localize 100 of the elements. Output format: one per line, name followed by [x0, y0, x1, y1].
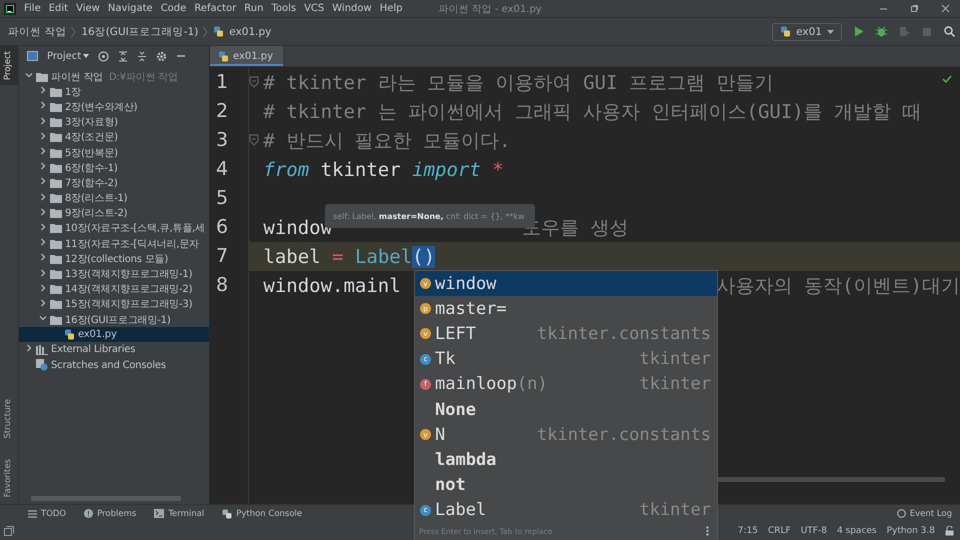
completion-item[interactable]: lambda: [415, 447, 717, 472]
breadcrumb-item[interactable]: ex01.py: [229, 26, 272, 38]
tree-item[interactable]: 16장(GUI프로그래밍-1): [65, 312, 171, 327]
menu-item[interactable]: Window: [332, 3, 372, 14]
completion-item[interactable]: not: [415, 472, 717, 498]
menu-item[interactable]: Edit: [48, 3, 68, 14]
matched-brackets: (): [412, 246, 436, 268]
collapse-all-icon[interactable]: [137, 50, 148, 62]
tree-item[interactable]: 3장(자료형): [65, 115, 118, 130]
tree-item[interactable]: 15장(객체지향프로그래밍-3): [65, 297, 192, 312]
breadcrumb-item[interactable]: 파이썬 작업: [8, 24, 66, 38]
menu-item[interactable]: View: [76, 3, 100, 14]
close-icon[interactable]: [941, 4, 950, 13]
python-icon: [222, 508, 232, 518]
tree-item[interactable]: 5장(반복문): [65, 146, 118, 160]
completion-item[interactable]: None: [415, 396, 717, 422]
folder-icon: [50, 86, 62, 97]
folder-icon: [50, 314, 62, 325]
menu-item[interactable]: Help: [380, 3, 403, 14]
run-icon[interactable]: [854, 26, 864, 37]
status-item[interactable]: Python 3.8: [886, 526, 935, 536]
tree-item[interactable]: 6장(함수-1): [65, 160, 118, 175]
bug-icon[interactable]: [876, 26, 887, 37]
status-item[interactable]: UTF-8: [800, 526, 827, 536]
tree-item[interactable]: 14장(객체지향프로그래밍-2): [65, 282, 192, 296]
menu-item[interactable]: VCS: [304, 3, 324, 14]
line-number: 2: [215, 99, 230, 124]
restore-icon[interactable]: [910, 4, 919, 13]
breadcrumb-item[interactable]: 16장(GUI프로그래밍-1): [81, 24, 198, 38]
panel-toggle-icon[interactable]: [4, 526, 14, 536]
menu-item[interactable]: Refactor: [194, 3, 236, 14]
fold-marker-icon[interactable]: [249, 76, 260, 88]
scrollbar[interactable]: [31, 496, 181, 501]
tool-window-tab[interactable]: Project: [0, 46, 18, 86]
code-operator: *: [492, 158, 504, 180]
python-file-icon: [213, 26, 224, 37]
tree-item[interactable]: 10장(자료구조-[스택,큐,튜플,세: [65, 221, 205, 236]
python-file-icon: [64, 329, 75, 340]
folder-icon: [50, 208, 62, 218]
folder-icon: [50, 254, 62, 264]
folder-icon: [50, 269, 62, 280]
status-item[interactable]: 4 spaces: [836, 526, 877, 536]
caret-icon: [83, 54, 90, 58]
more-options-icon[interactable]: [706, 526, 709, 536]
tool-window-button[interactable]: Terminal: [146, 508, 212, 518]
settings-icon[interactable]: [156, 50, 168, 62]
tree-item[interactable]: 8장(리스트-1): [65, 191, 128, 206]
folder-icon: [50, 102, 62, 112]
tree-item[interactable]: 13장(객체지향프로그래밍-1): [65, 267, 192, 282]
menu-item[interactable]: File: [24, 3, 41, 14]
list-icon: [28, 510, 37, 518]
chevron-down-icon[interactable]: [25, 71, 33, 80]
status-item[interactable]: CRLF: [768, 526, 791, 536]
python-file-icon: [780, 26, 792, 37]
tree-item[interactable]: ex01.py: [78, 329, 117, 340]
menu-item[interactable]: Navigate: [108, 3, 153, 14]
code-keyword: from: [263, 158, 310, 180]
editor-tab[interactable]: ex01.py: [210, 46, 284, 66]
app-logo-icon: [4, 2, 16, 14]
folder-icon: [50, 223, 62, 234]
folder-icon: [50, 193, 62, 204]
chevron-right-icon[interactable]: [25, 344, 33, 352]
tree-item[interactable]: 4장(조건문): [65, 130, 118, 144]
code-comment: 사용자의 동작(이벤트)대기: [716, 274, 960, 298]
check-icon: [942, 75, 952, 83]
line-number: 4: [215, 157, 230, 182]
menu-item[interactable]: Code: [160, 3, 186, 14]
python-file-icon: [218, 50, 229, 62]
crosshair-icon[interactable]: [98, 50, 110, 62]
tree-item[interactable]: 1장: [65, 84, 81, 99]
project-view-dropdown[interactable]: Project: [47, 50, 90, 62]
tree-item[interactable]: 7장(함수-2): [65, 176, 118, 190]
event-log-button[interactable]: Event Log: [888, 508, 960, 518]
tree-item[interactable]: 2장(변수와계산): [65, 100, 138, 114]
tool-window-button[interactable]: TODO: [20, 508, 74, 518]
tree-item[interactable]: 9장(리스트-2): [65, 206, 128, 220]
folder-icon: [50, 132, 62, 142]
line-number: 5: [215, 186, 230, 211]
menu-item[interactable]: Run: [244, 3, 264, 14]
tree-item[interactable]: 12장(collections 모듈): [65, 252, 168, 266]
tool-window-tab[interactable]: Favorites: [0, 454, 18, 502]
fold-marker-icon[interactable]: [249, 134, 260, 146]
expand-all-icon[interactable]: [118, 50, 128, 62]
tool-window-button[interactable]: Python Console: [214, 508, 310, 518]
status-item[interactable]: 7:15: [738, 526, 758, 536]
menu-item[interactable]: Tools: [271, 3, 296, 14]
tab-title[interactable]: ex01.py: [233, 50, 274, 62]
tree-item[interactable]: External Libraries: [51, 344, 136, 356]
lock-icon[interactable]: [945, 526, 954, 536]
folder-icon: [36, 72, 48, 82]
tool-window-tab[interactable]: Structure: [0, 394, 18, 444]
tree-item[interactable]: 파이썬 작업: [51, 70, 103, 84]
code-text: window.mainl: [263, 274, 401, 296]
chevron-down-icon[interactable]: [39, 314, 47, 322]
tree-item[interactable]: Scratches and Consoles: [51, 360, 166, 371]
tree-item[interactable]: 11장(자료구조-[딕셔너리,문자: [65, 236, 199, 251]
tool-window-button[interactable]: Problems: [76, 508, 144, 518]
search-icon[interactable]: [944, 26, 955, 37]
window-icon: [27, 51, 38, 61]
run-configuration-dropdown[interactable]: ex01: [772, 22, 842, 40]
